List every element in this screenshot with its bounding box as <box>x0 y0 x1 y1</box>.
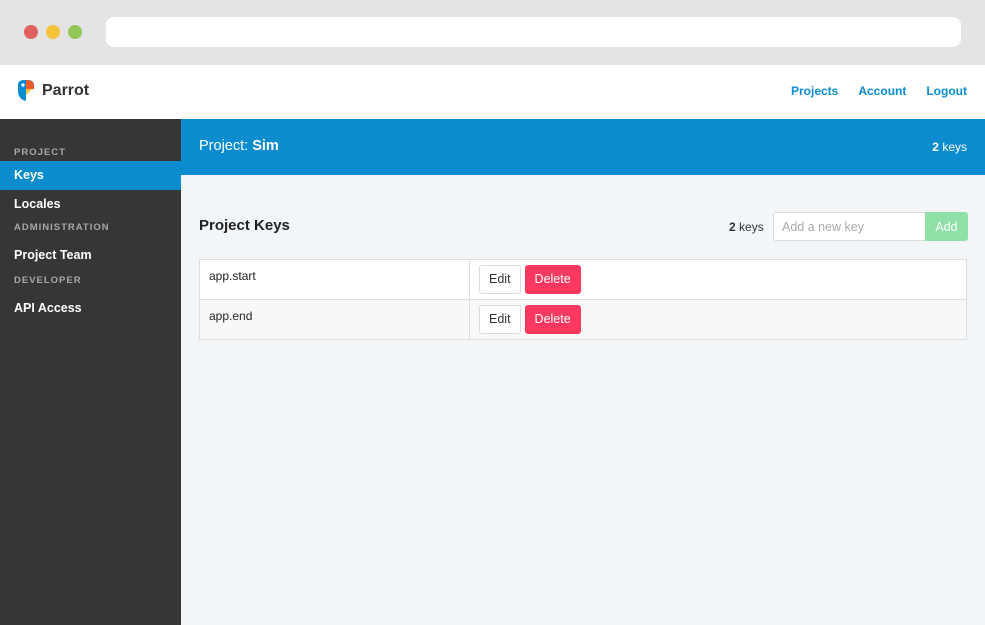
sidebar-section-developer: DEVELOPER <box>14 275 82 286</box>
key-actions-cell: Edit Delete <box>469 259 967 300</box>
table-row: app.start Edit Delete <box>199 259 967 300</box>
edit-key-button[interactable]: Edit <box>479 305 521 334</box>
key-actions-cell: Edit Delete <box>469 299 967 340</box>
nav-link-account[interactable]: Account <box>858 84 906 98</box>
project-key-count-value: 2 <box>932 140 939 154</box>
parrot-logo-icon <box>18 80 34 101</box>
keys-section-title: Project Keys <box>199 217 290 234</box>
add-key-form: Add <box>773 212 968 241</box>
window-close-dot[interactable] <box>24 25 38 39</box>
project-key-count: 2 keys <box>932 140 967 154</box>
sidebar-item-locales[interactable]: Locales <box>0 190 181 219</box>
brand-name: Parrot <box>42 82 90 99</box>
key-name-cell: app.end <box>199 299 470 340</box>
keys-table: app.start Edit Delete app.end Edit Delete <box>199 259 967 340</box>
new-key-input[interactable] <box>773 212 925 241</box>
delete-key-button[interactable]: Delete <box>524 265 581 294</box>
table-row: app.end Edit Delete <box>199 299 967 340</box>
key-name-cell: app.start <box>199 259 470 300</box>
nav-link-logout[interactable]: Logout <box>926 84 967 98</box>
project-name: Sim <box>252 138 279 154</box>
project-title-prefix: Project: <box>199 138 249 154</box>
keys-count: 2 keys <box>729 220 764 234</box>
nav-links: Projects Account Logout <box>791 84 967 98</box>
edit-key-button[interactable]: Edit <box>479 265 521 294</box>
brand[interactable]: Parrot <box>14 79 89 103</box>
main-content: Project Keys 2 keys Add app.start EditDe… <box>181 175 985 625</box>
nav-link-projects[interactable]: Projects <box>791 84 838 98</box>
project-title: Project: Sim <box>199 138 279 154</box>
sidebar-item-project-team[interactable]: Project Team <box>0 241 181 270</box>
sidebar-section-project: PROJECT <box>14 147 66 158</box>
sidebar: PROJECT Keys Locales ADMINISTRATION Proj… <box>0 119 181 625</box>
sidebar-section-administration: ADMINISTRATION <box>14 222 110 233</box>
keys-count-unit: keys <box>739 220 764 234</box>
top-navbar: Parrot Projects Account Logout <box>0 65 985 119</box>
sidebar-item-keys[interactable]: Keys <box>0 161 181 190</box>
add-key-button[interactable]: Add <box>925 212 968 241</box>
window-maximize-dot[interactable] <box>68 25 82 39</box>
project-header: Project: Sim 2 keys <box>181 119 985 175</box>
window-minimize-dot[interactable] <box>46 25 60 39</box>
project-key-count-unit: keys <box>942 140 967 154</box>
browser-chrome <box>0 0 985 65</box>
keys-count-value: 2 <box>729 220 736 234</box>
delete-key-button[interactable]: Delete <box>524 305 581 334</box>
sidebar-item-api-access[interactable]: API Access <box>0 294 181 323</box>
address-bar[interactable] <box>106 17 961 47</box>
